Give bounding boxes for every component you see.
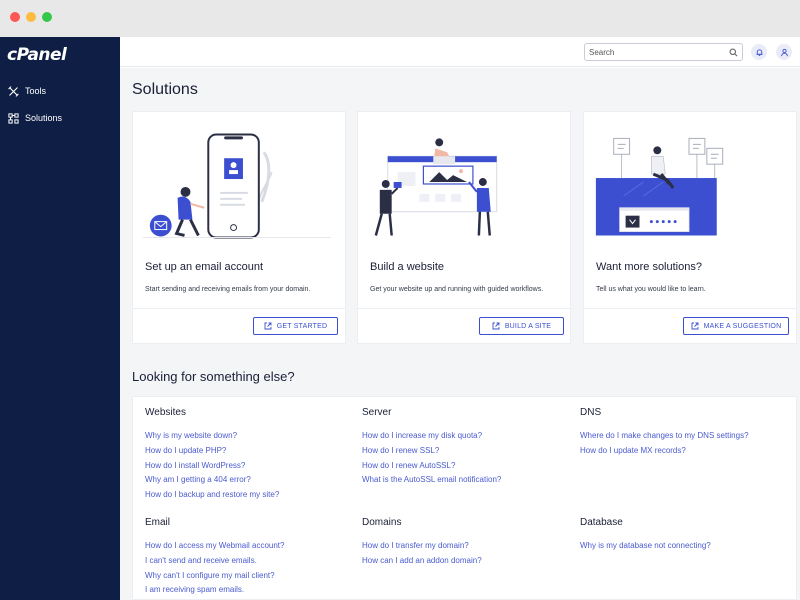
faq-link[interactable]: How do I install WordPress? — [145, 459, 279, 474]
page-title: Solutions — [132, 81, 198, 98]
faq-heading: Database — [580, 517, 623, 528]
faq-heading: Websites — [145, 407, 186, 418]
get-started-button[interactable]: GET STARTED — [253, 317, 338, 335]
faq-link[interactable]: What is the AutoSSL email notification? — [362, 473, 501, 488]
sidebar: cPanel Tools Solutions — [0, 37, 120, 600]
solution-card-more: Want more solutions? Tell us what you wo… — [583, 111, 797, 344]
window-titlebar — [0, 0, 800, 37]
faq-group-database: Database Why is my database not connecti… — [580, 517, 711, 554]
search-input[interactable] — [589, 45, 724, 59]
faq-heading: Domains — [362, 517, 402, 528]
faq-link[interactable]: I can't send and receive emails. — [145, 554, 284, 569]
faq-heading: Email — [145, 517, 171, 528]
external-link-icon — [492, 322, 500, 330]
faq-group-server: Server How do I increase my disk quota? … — [362, 407, 501, 488]
notifications-button[interactable] — [751, 44, 767, 60]
make-a-suggestion-button[interactable]: MAKE A SUGGESTION — [683, 317, 789, 335]
faq-group-domains: Domains How do I transfer my domain? How… — [362, 517, 482, 569]
faq-link[interactable]: How do I update PHP? — [145, 444, 279, 459]
faq-link[interactable]: How do I renew SSL? — [362, 444, 501, 459]
sidebar-item-solutions[interactable]: Solutions — [8, 110, 62, 126]
sidebar-item-label: Tools — [25, 86, 47, 96]
card-title: Build a website — [370, 261, 444, 273]
main-content: Solutions Set up an email account Start … — [120, 68, 800, 600]
card-title: Set up an email account — [145, 261, 264, 273]
faq-link[interactable]: How can I add an addon domain? — [362, 554, 482, 569]
card-title: Want more solutions? — [596, 261, 702, 273]
solutions-icon — [8, 112, 19, 124]
external-link-icon — [264, 322, 272, 330]
card-divider — [133, 308, 345, 309]
cpanel-logo[interactable]: cPanel — [7, 45, 67, 65]
button-label: GET STARTED — [276, 322, 328, 330]
email-illustration — [142, 133, 332, 239]
website-illustration — [374, 138, 498, 236]
solution-card-website: Build a website Get your website up and … — [357, 111, 571, 344]
faq-link[interactable]: How do I access my Webmail account? — [145, 539, 284, 554]
faq-link[interactable]: How do I transfer my domain? — [362, 539, 482, 554]
search-icon[interactable] — [729, 48, 738, 57]
card-divider — [584, 308, 796, 309]
faq-group-websites: Websites Why is my website down? How do … — [145, 407, 279, 503]
button-label: BUILD A SITE — [504, 322, 552, 330]
faq-link[interactable]: How do I backup and restore my site? — [145, 488, 279, 503]
faq-link[interactable]: Why is my database not connecting? — [580, 539, 711, 554]
faq-link[interactable]: Why can't I configure my mail client? — [145, 569, 284, 584]
faq-link[interactable]: How do I increase my disk quota? — [362, 429, 501, 444]
faq-link[interactable]: How do I update MX records? — [580, 444, 749, 459]
button-label: MAKE A SUGGESTION — [703, 322, 782, 330]
sidebar-item-tools[interactable]: Tools — [8, 83, 46, 99]
faq-section-title: Looking for something else? — [132, 369, 295, 384]
faq-heading: DNS — [580, 407, 602, 418]
external-link-icon — [691, 322, 699, 330]
faq-panel: Websites Why is my website down? How do … — [132, 396, 797, 600]
card-description: Start sending and receiving emails from … — [145, 286, 311, 293]
build-a-site-button[interactable]: BUILD A SITE — [479, 317, 564, 335]
bell-icon — [756, 48, 762, 56]
faq-link[interactable]: Why is my website down? — [145, 429, 279, 444]
top-bar — [120, 37, 800, 67]
maximize-window-button[interactable] — [42, 12, 52, 22]
search-box[interactable] — [584, 43, 743, 61]
faq-link[interactable]: Why am I getting a 404 error? — [145, 473, 279, 488]
faq-link[interactable]: Where do I make changes to my DNS settin… — [580, 429, 749, 444]
card-description: Get your website up and running with gui… — [370, 286, 544, 293]
user-menu-button[interactable] — [776, 44, 792, 60]
faq-link[interactable]: How do I renew AutoSSL? — [362, 459, 501, 474]
minimize-window-button[interactable] — [26, 12, 36, 22]
faq-heading: Server — [362, 407, 392, 418]
tools-icon — [8, 85, 19, 97]
card-description: Tell us what you would like to learn. — [596, 286, 706, 293]
suggestion-illustration — [595, 137, 724, 236]
faq-group-dns: DNS Where do I make changes to my DNS se… — [580, 407, 749, 459]
card-divider — [358, 308, 570, 309]
sidebar-item-label: Solutions — [25, 113, 63, 123]
user-icon — [780, 48, 788, 56]
close-window-button[interactable] — [10, 12, 20, 22]
faq-group-email: Email How do I access my Webmail account… — [145, 517, 284, 598]
solution-card-email: Set up an email account Start sending an… — [132, 111, 346, 344]
faq-link[interactable]: I am receiving spam emails. — [145, 583, 284, 598]
